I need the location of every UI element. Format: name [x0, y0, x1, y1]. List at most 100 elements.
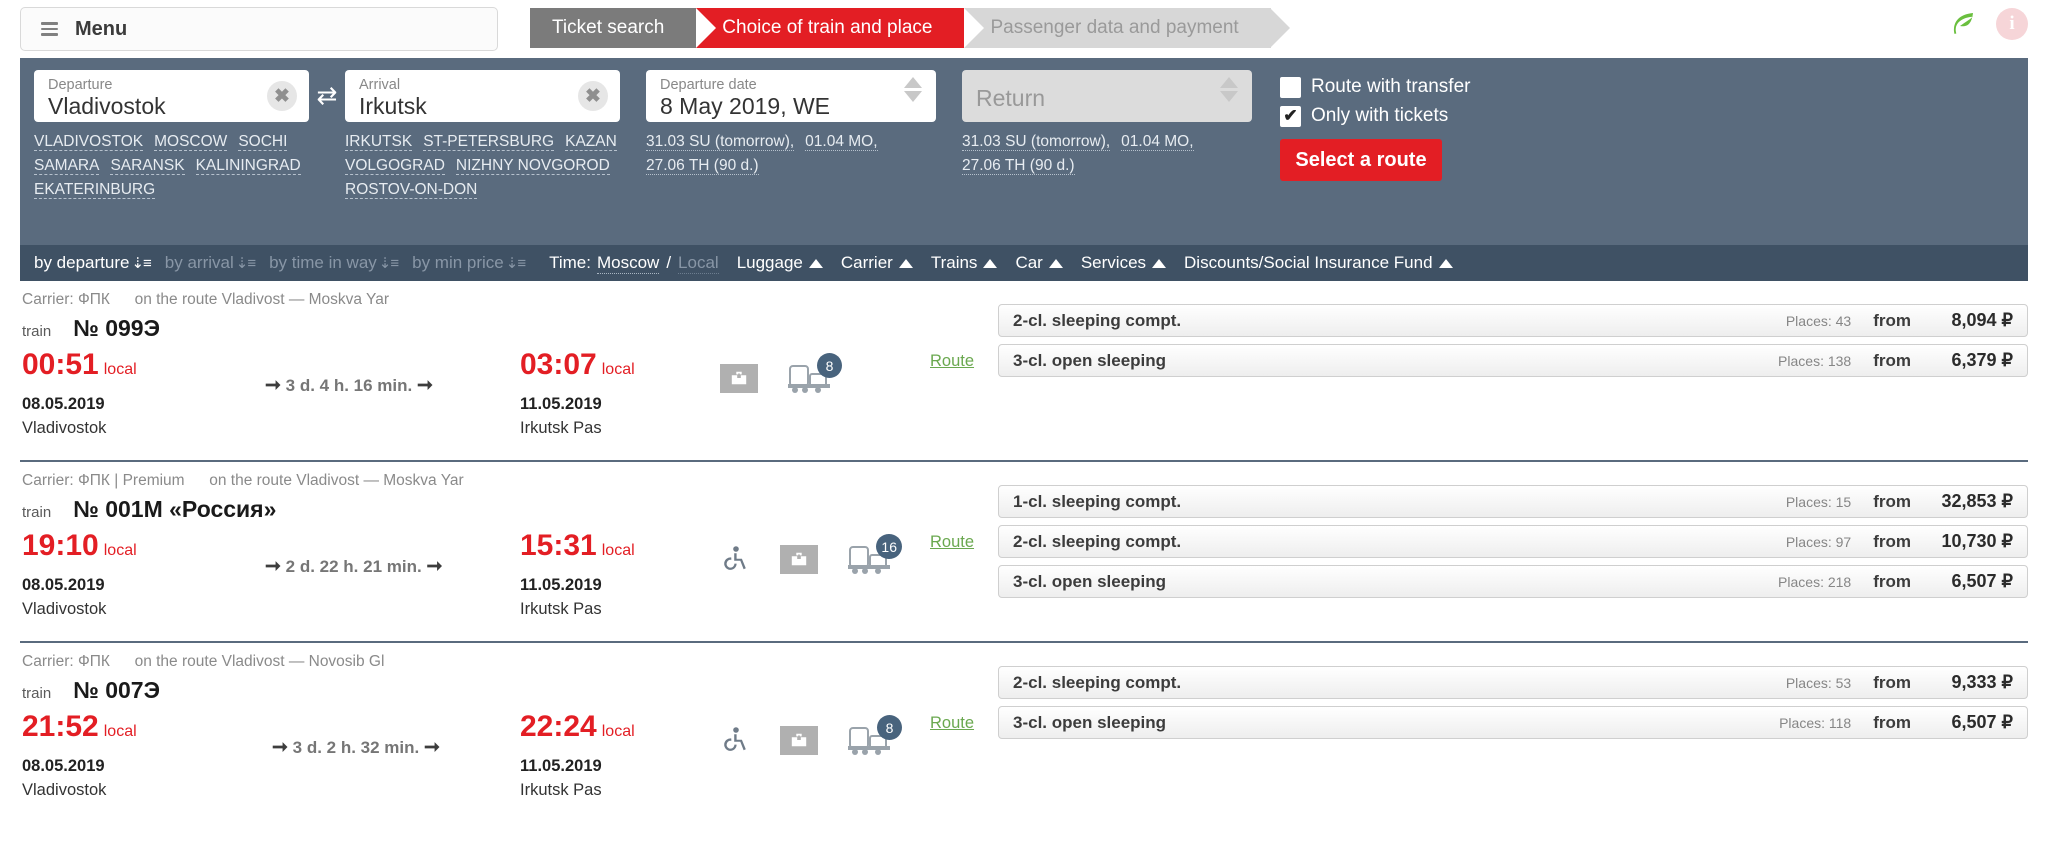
fare-price-value: 8,094 [1951, 310, 1997, 330]
luggage-icon[interactable] [780, 544, 818, 574]
arrival-suggestion[interactable]: VOLGOGRAD [345, 157, 445, 175]
swap-stations-icon[interactable]: ⇄ [309, 70, 345, 122]
departure-field[interactable]: Departure Vladivostok ✖ [34, 70, 309, 122]
arrival-suggestion[interactable]: NIZHNY NOVGOROD [455, 157, 610, 175]
wheelchair-accessible-icon[interactable] [720, 544, 750, 574]
arrival-suggestion[interactable]: IRKUTSK [345, 133, 413, 151]
stepper-up-icon[interactable] [1220, 77, 1238, 88]
departure-suggestions: VLADIVOSTOK MOSCOW SOCHI SAMARA SARANSK KALI… [34, 130, 309, 202]
search-options: Route with transfer ✔ Only with tickets … [1280, 70, 1470, 181]
departure-clear-button[interactable]: ✖ [267, 81, 297, 111]
leaf-icon[interactable] [1948, 9, 1978, 39]
arrival-suggestion[interactable]: ROSTOV-ON-DON [345, 181, 478, 199]
departure-suggestion[interactable]: EKATERINBURG [34, 181, 156, 199]
checkbox-box[interactable] [1280, 76, 1301, 98]
filter-services[interactable]: Services [1081, 253, 1167, 273]
sort-by-arrival[interactable]: by arrival ⇣≡ [165, 253, 256, 273]
fare-price: 8,094 ₽ [1927, 310, 2013, 331]
sort-by-min-price[interactable]: by min price ⇣≡ [412, 253, 526, 273]
checkbox-route-with-transfer[interactable]: Route with transfer [1280, 76, 1470, 98]
return-date-suggestion[interactable]: 27.06 TH (90 d.) [962, 157, 1075, 175]
departure-time-value: 19:10 [22, 529, 99, 562]
return-date-stepper[interactable] [1220, 77, 1238, 102]
return-date-suggestion[interactable]: 31.03 SU (tomorrow), [962, 133, 1111, 151]
departure-suggestion[interactable]: SAMARA [34, 157, 100, 175]
fare-option[interactable]: 3-cl. open sleeping Places: 218 from 6,5… [998, 565, 2028, 598]
time-moscow-link[interactable]: Moscow [596, 253, 660, 274]
sort-filter-bar: by departure ⇣≡ by arrival ⇣≡ by time in… [20, 245, 2028, 281]
schedule: 19:10 local 08.05.2019 Vladivostok ➞ 2 d.… [20, 485, 2028, 629]
route-link[interactable]: Route [930, 533, 974, 552]
arrival-suggestion[interactable]: KAZAN [565, 133, 617, 151]
arrival-suggestion[interactable]: ST-PETERSBURG [423, 133, 555, 151]
checkbox-only-with-tickets[interactable]: ✔ Only with tickets [1280, 105, 1470, 127]
fare-option[interactable]: 3-cl. open sleeping Places: 118 from 6,5… [998, 706, 2028, 739]
arrival-station: Irkutsk Pas [520, 419, 602, 437]
fare-option[interactable]: 2-cl. sleeping compt. Places: 97 from 10… [998, 525, 2028, 558]
train-car-icon[interactable]: 8 [788, 353, 842, 394]
arrival-date: 11.05.2019 [520, 395, 602, 413]
menu-button[interactable]: Menu [20, 7, 498, 51]
fare-option[interactable]: 2-cl. sleeping compt. Places: 53 from 9,… [998, 666, 2028, 699]
return-date-suggestion[interactable]: 01.04 MO, [1121, 133, 1194, 151]
arrival-block: 03:07 local 11.05.2019 Irkutsk Pas [520, 348, 635, 438]
filter-trains[interactable]: Trains [931, 253, 998, 273]
arrow-right-icon: ➞ [265, 375, 281, 396]
arrival-label: Arrival [359, 77, 401, 93]
table-row[interactable]: Carrier: ФПК on the route Vladivost — Mo… [20, 281, 2028, 462]
breadcrumb-step-ticket-search[interactable]: Ticket search [530, 8, 716, 48]
train-car-icon[interactable]: 16 [848, 534, 902, 575]
filter-luggage[interactable]: Luggage [737, 253, 823, 273]
trip-duration-value: 2 d. 22 h. 21 min. [285, 557, 422, 576]
departure-date-suggestion[interactable]: 27.06 TH (90 d.) [646, 157, 759, 175]
departure-date-group: Departure date 8 May 2019, WE 31.03 SU (… [646, 70, 936, 178]
arrival-field[interactable]: Arrival Irkutsk ✖ [345, 70, 620, 122]
arrival-clear-button[interactable]: ✖ [578, 81, 608, 111]
stepper-up-icon[interactable] [904, 77, 922, 88]
breadcrumb-step-choice-of-train[interactable]: Choice of train and place [696, 8, 984, 48]
arrival-time-value: 22:24 [520, 710, 597, 743]
departure-date-suggestion[interactable]: 01.04 MO, [805, 133, 878, 151]
luggage-icon[interactable] [780, 725, 818, 755]
breadcrumb-step-passenger-data[interactable]: Passenger data and payment [964, 8, 1290, 48]
route-link[interactable]: Route [930, 714, 974, 733]
departure-date-suggestion[interactable]: 31.03 SU (tomorrow), [646, 133, 795, 151]
arrival-time-zone: local [601, 361, 635, 378]
stepper-down-icon[interactable] [904, 91, 922, 102]
time-local-link[interactable]: Local [678, 253, 719, 274]
stepper-down-icon[interactable] [1220, 91, 1238, 102]
train-car-icon[interactable]: 8 [848, 715, 902, 756]
sort-by-departure[interactable]: by departure ⇣≡ [34, 253, 152, 273]
caret-up-icon [983, 258, 998, 268]
route-link[interactable]: Route [930, 352, 974, 371]
departure-label: Departure [48, 77, 113, 93]
fare-price-value: 9,333 [1951, 672, 1997, 692]
info-icon[interactable]: i [1996, 8, 2028, 40]
arrival-time: 03:07 local [520, 348, 635, 387]
fare-option[interactable]: 2-cl. sleeping compt. Places: 43 from 8,… [998, 304, 2028, 337]
luggage-icon[interactable] [720, 363, 758, 393]
filter-car[interactable]: Car [1015, 253, 1063, 273]
table-row[interactable]: Carrier: ФПК on the route Vladivost — No… [20, 643, 2028, 823]
wheelchair-accessible-icon[interactable] [720, 725, 750, 755]
departure-suggestion[interactable]: VLADIVOSTOK [34, 133, 144, 151]
caret-up-icon [1048, 258, 1063, 268]
places-value: 15 [1835, 493, 1852, 510]
departure-suggestion[interactable]: KALININGRAD [195, 157, 301, 175]
table-row[interactable]: Carrier: ФПК | Premium on the route Vlad… [20, 462, 2028, 643]
return-date-field[interactable]: Return [962, 70, 1252, 122]
departure-date-field[interactable]: Departure date 8 May 2019, WE [646, 70, 936, 122]
fare-option[interactable]: 1-cl. sleeping compt. Places: 15 from 32… [998, 485, 2028, 518]
filter-discounts[interactable]: Discounts/Social Insurance Fund [1184, 253, 1453, 273]
sort-by-time-in-way[interactable]: by time in way ⇣≡ [269, 253, 399, 273]
fare-option[interactable]: 3-cl. open sleeping Places: 138 from 6,3… [998, 344, 2028, 377]
select-route-button[interactable]: Select a route [1280, 139, 1442, 181]
departure-suggestion[interactable]: SARANSK [110, 157, 185, 175]
departure-date-stepper[interactable] [904, 77, 922, 102]
checkbox-box[interactable]: ✔ [1280, 105, 1301, 127]
departure-date-suggestions: 31.03 SU (tomorrow), 01.04 MO, 27.06 TH (… [646, 130, 936, 178]
filter-carrier[interactable]: Carrier [841, 253, 913, 273]
departure-suggestion[interactable]: MOSCOW [154, 133, 228, 151]
departure-suggestion[interactable]: SOCHI [238, 133, 288, 151]
arrival-block: 15:31 local 11.05.2019 Irkutsk Pas [520, 529, 635, 619]
